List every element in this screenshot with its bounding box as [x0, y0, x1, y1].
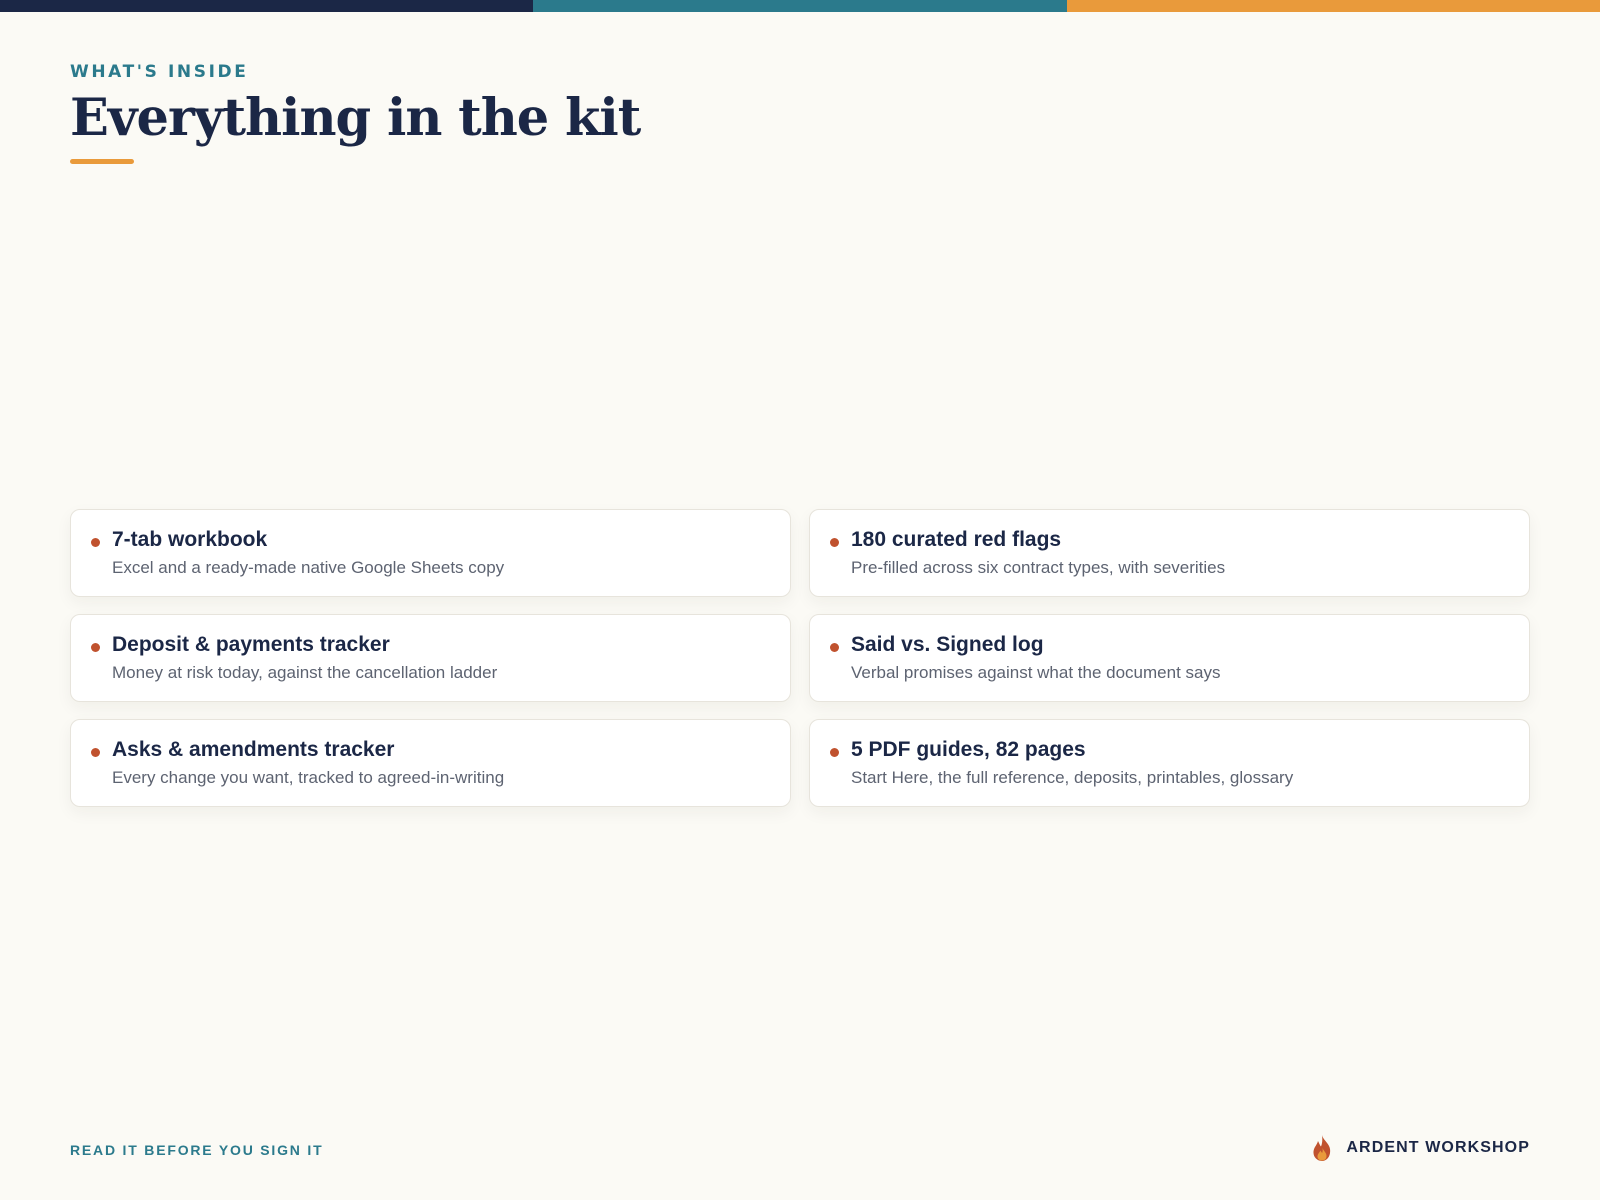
bullet-dot: [91, 538, 100, 547]
kit-item-description: Verbal promises against what the documen…: [851, 663, 1221, 682]
bullet-dot: [830, 538, 839, 547]
page-title: Everything in the kit: [70, 88, 641, 148]
footer-brand: ARDENT WORKSHOP: [1310, 1134, 1530, 1162]
kit-item-description: Pre-filled across six contract types, wi…: [851, 558, 1226, 577]
kit-item-card: Deposit & payments tracker Money at risk…: [70, 614, 791, 702]
accent-segment-navy: [0, 0, 534, 12]
bullet-dot: [830, 748, 839, 757]
accent-segment-teal: [533, 0, 1067, 12]
kit-item-description: Every change you want, tracked to agreed…: [112, 768, 505, 787]
kit-item-card: 180 curated red flags Pre-filled across …: [809, 509, 1530, 597]
bullet-dot: [830, 643, 839, 652]
kit-item-card: 5 PDF guides, 82 pages Start Here, the f…: [809, 719, 1530, 807]
kit-item-card: Asks & amendments tracker Every change y…: [70, 719, 791, 807]
kit-item-title: 7-tab workbook: [112, 528, 268, 551]
bullet-dot: [91, 643, 100, 652]
top-accent-bar: [0, 0, 1600, 12]
kit-item-description: Money at risk today, against the cancell…: [112, 663, 498, 682]
flame-icon: [1313, 1135, 1331, 1161]
kit-item-card: Said vs. Signed log Verbal promises agai…: [809, 614, 1530, 702]
title-underline: [70, 159, 134, 164]
kit-item-title: Said vs. Signed log: [851, 633, 1044, 656]
kit-item-description: Start Here, the full reference, deposits…: [851, 768, 1294, 787]
kit-items-grid: 7-tab workbook Excel and a ready-made na…: [70, 509, 1530, 807]
bullet-dot: [91, 748, 100, 757]
kit-item-card: 7-tab workbook Excel and a ready-made na…: [70, 509, 791, 597]
section-eyebrow: WHAT'S INSIDE: [70, 62, 249, 82]
kit-item-title: Asks & amendments tracker: [112, 738, 395, 761]
kit-item-title: 180 curated red flags: [851, 528, 1062, 551]
footer-tagline: READ IT BEFORE YOU SIGN IT: [70, 1142, 324, 1158]
accent-segment-amber: [1066, 0, 1600, 12]
kit-item-title: Deposit & payments tracker: [112, 633, 390, 656]
kit-item-title: 5 PDF guides, 82 pages: [851, 738, 1086, 761]
kit-item-description: Excel and a ready-made native Google She…: [112, 558, 505, 577]
brand-name: ARDENT WORKSHOP: [1346, 1139, 1530, 1156]
